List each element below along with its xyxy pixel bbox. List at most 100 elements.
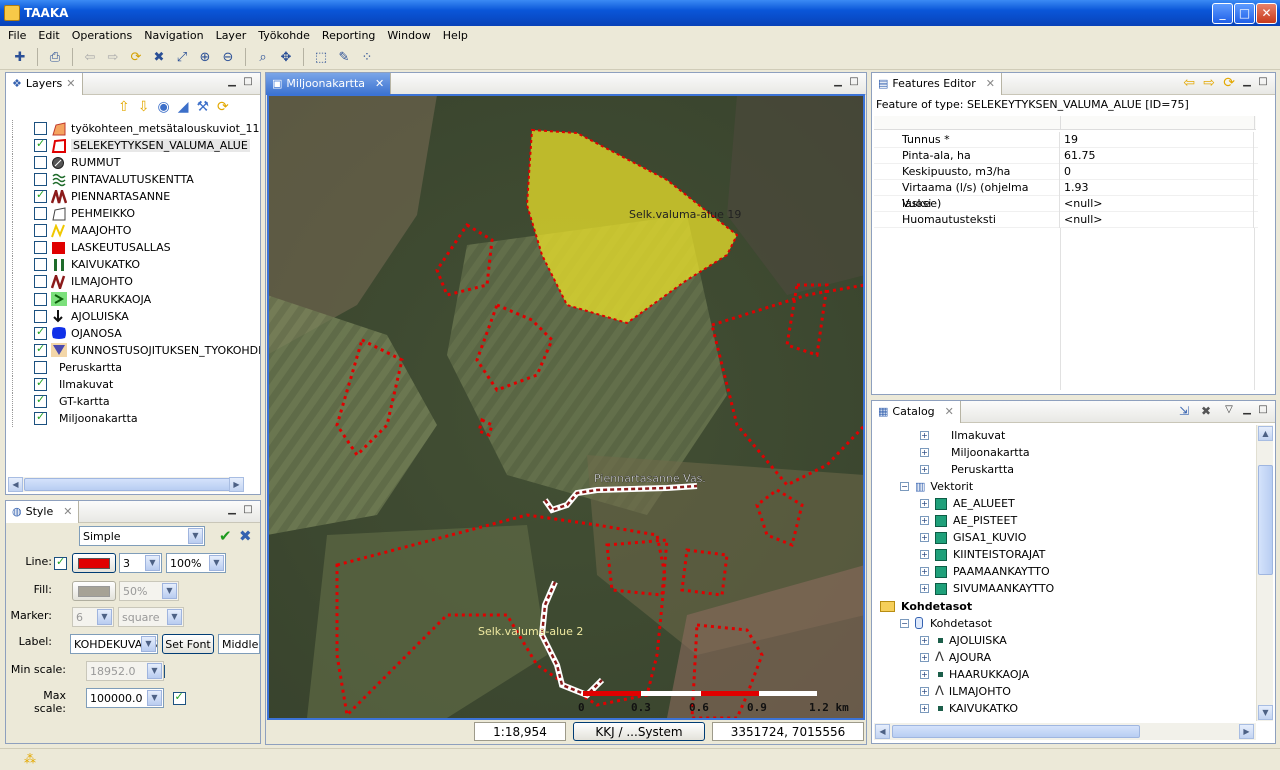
close-icon[interactable]: ✕ (63, 505, 72, 518)
catalog-item[interactable]: + AE_ALUEET (920, 495, 1015, 512)
catalog-item[interactable]: + ᐱ AJOURA (920, 649, 991, 666)
layer-item[interactable]: Miljoonakartta (8, 409, 138, 427)
zoom-in-icon[interactable]: ⊕ (195, 47, 215, 67)
catalog-item[interactable]: + Miljoonakartta (920, 444, 1030, 461)
catalog-hscrollbar[interactable]: ◀ ▶ (874, 723, 1256, 740)
minimize-view-icon[interactable]: ▁ (1241, 76, 1253, 88)
reset-style-icon[interactable]: ✖ (239, 527, 252, 545)
layer-item[interactable]: ILMAJOHTO (8, 271, 133, 292)
layer-item[interactable]: PIENNARTASANNE (8, 186, 170, 206)
minimize-view-icon[interactable]: ▁ (226, 504, 238, 516)
feature-attribute-row[interactable]: Tunnus * 19 (874, 131, 1258, 148)
attribute-value[interactable]: 19 (1060, 131, 1254, 148)
max-scale-checkbox[interactable] (172, 690, 186, 705)
back-icon[interactable]: ⇦ (80, 47, 100, 67)
close-icon[interactable]: ✕ (375, 77, 384, 90)
layer-item[interactable]: KAIVUKATKO (8, 256, 140, 274)
feature-attribute-row[interactable]: Vuosi <null> (874, 195, 1258, 212)
expand-toggle-icon[interactable]: + (920, 584, 929, 594)
scroll-left-icon[interactable]: ◀ (8, 477, 23, 492)
scroll-right-icon[interactable]: ▶ (1239, 724, 1254, 739)
layer-visibility-checkbox[interactable] (34, 342, 47, 357)
layer-visibility-checkbox[interactable] (34, 188, 47, 204)
map-canvas[interactable]: Selk.valuma-alue 19 Selk.valuma-alue 2 P… (267, 95, 865, 718)
close-icon[interactable]: ✕ (945, 405, 954, 418)
layer-item[interactable]: PEHMEIKKO (8, 205, 135, 223)
layer-visibility-checkbox[interactable] (34, 309, 47, 323)
move-down-icon[interactable]: ⇩ (138, 99, 150, 115)
layer-visibility-checkbox[interactable] (34, 275, 47, 289)
refresh-feature-icon[interactable]: ⟳ (1223, 75, 1235, 91)
layer-visibility-checkbox[interactable] (34, 137, 47, 153)
marker-shape-select[interactable]: square ▼ (118, 607, 184, 627)
layer-visibility-checkbox[interactable] (34, 376, 47, 391)
layer-visibility-checkbox[interactable] (34, 325, 47, 340)
scroll-right-icon[interactable]: ▶ (229, 477, 244, 492)
minimize-view-icon[interactable]: ▁ (226, 76, 238, 88)
line-enabled-checkbox[interactable] (54, 555, 67, 570)
layer-visibility-checkbox[interactable] (34, 258, 47, 272)
layer-visibility-checkbox[interactable] (34, 156, 47, 170)
layer-item[interactable]: LASKEUTUSALLAS (8, 239, 171, 257)
fill-opacity-select[interactable]: 50% ▼ (119, 581, 179, 601)
fill-color-button[interactable] (72, 581, 116, 601)
layer-item[interactable]: AJOLUISKA (8, 307, 129, 325)
expand-toggle-icon[interactable]: + (920, 516, 929, 526)
scroll-down-icon[interactable]: ▼ (1258, 705, 1273, 720)
layer-item[interactable]: GT-kartta (8, 392, 110, 410)
label-position-select[interactable]: Middle (218, 634, 260, 654)
expand-toggle-icon[interactable]: − (900, 482, 909, 492)
close-icon[interactable]: ✕ (986, 77, 995, 90)
marker-size-select[interactable]: 6 ▼ (72, 607, 114, 627)
edit-tool-icon[interactable]: ✎ (334, 47, 354, 67)
menu-file[interactable]: File (2, 29, 32, 42)
tab-style[interactable]: ◍ Style ✕ (6, 500, 80, 523)
scroll-left-icon[interactable]: ◀ (875, 724, 890, 739)
next-feature-icon[interactable]: ⇨ (1203, 75, 1215, 91)
scroll-up-icon[interactable]: ▲ (1258, 426, 1273, 441)
import-icon[interactable]: ⇲ (1179, 404, 1189, 418)
menu-window[interactable]: Window (381, 29, 436, 42)
minimize-view-icon[interactable]: ▁ (1241, 404, 1253, 416)
layer-visibility-checkbox[interactable] (34, 224, 47, 238)
scroll-thumb[interactable] (892, 725, 1140, 738)
maximize-button[interactable]: □ (1234, 3, 1255, 24)
style-preset-select[interactable]: Simple ▼ (79, 526, 205, 546)
label-field-select[interactable]: KOHDEKUVAUS ▼ (70, 634, 158, 654)
catalog-item[interactable]: + KIINTEISTORAJAT (920, 546, 1045, 563)
expand-toggle-icon[interactable]: + (920, 550, 929, 560)
select-tool-icon[interactable]: ⬚ (311, 47, 331, 67)
catalog-item[interactable]: + SIVUMAANKAYTTO (920, 580, 1054, 597)
scroll-thumb[interactable] (1258, 465, 1273, 575)
layer-item[interactable]: Peruskartta (8, 358, 122, 376)
maximize-view-icon[interactable]: □ (242, 504, 254, 516)
catalog-item[interactable]: + ᐱ ILMAJOHTO (920, 683, 1011, 700)
new-icon[interactable]: ✚ (10, 47, 30, 67)
menu-tyokohde[interactable]: Työkohde (252, 29, 316, 42)
maximize-view-icon[interactable]: □ (1257, 76, 1269, 88)
feature-attribute-row[interactable]: Huomautusteksti <null> (874, 211, 1258, 228)
layer-item[interactable]: OJANOSA (8, 324, 122, 342)
catalog-item[interactable]: +KUNNOSTUSOJITUKSEN_TYOKOHDE (920, 717, 1143, 721)
layer-visibility-checkbox[interactable] (34, 393, 47, 408)
minimize-view-icon[interactable]: ▁ (832, 76, 844, 88)
catalog-item[interactable]: + AE_PISTEET (920, 512, 1017, 529)
tab-layers[interactable]: ❖ Layers ✕ (6, 72, 83, 95)
feature-attribute-row[interactable]: Pinta-ala, ha 61.75 (874, 147, 1258, 164)
refresh-icon[interactable]: ⟳ (126, 47, 146, 67)
expand-toggle-icon[interactable]: + (920, 533, 929, 543)
maximize-view-icon[interactable]: □ (242, 76, 254, 88)
line-opacity-select[interactable]: 100% ▼ (166, 553, 226, 573)
pan-tool-icon[interactable]: ✥ (276, 47, 296, 67)
expand-toggle-icon[interactable]: + (920, 448, 929, 458)
line-color-button[interactable] (72, 553, 116, 573)
close-button[interactable]: ✕ (1256, 3, 1277, 24)
refresh-layer-icon[interactable]: ⟳ (217, 99, 229, 115)
catalog-vscrollbar[interactable]: ▲ ▼ (1256, 425, 1273, 721)
crs-button[interactable]: KKJ / ...System (573, 722, 705, 741)
min-scale-select[interactable]: 18952.0 ▼ (86, 661, 164, 681)
tab-miljoonakartta[interactable]: ▣ Miljoonakartta ✕ (266, 72, 392, 95)
menu-navigation[interactable]: Navigation (138, 29, 209, 42)
line-width-select[interactable]: 3 ▼ (119, 553, 162, 573)
style-icon[interactable]: ◢ (178, 99, 189, 115)
